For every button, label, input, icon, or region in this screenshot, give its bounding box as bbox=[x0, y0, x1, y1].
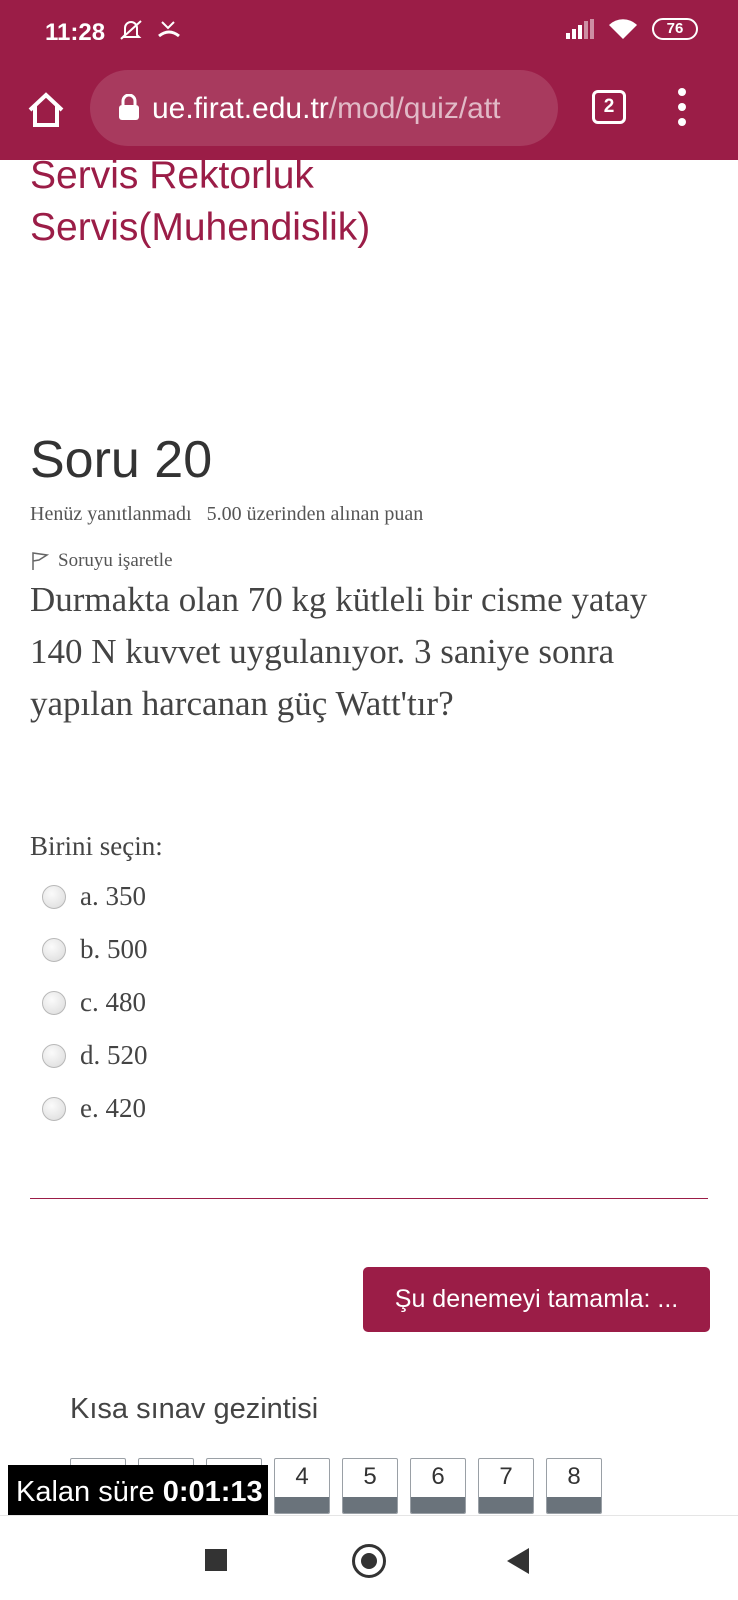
status-notification-icons bbox=[118, 18, 182, 48]
answer-prompt: Birini seçin: bbox=[30, 831, 163, 861]
answer-option-b[interactable]: b. 500 bbox=[42, 923, 682, 976]
lock-icon bbox=[119, 94, 139, 120]
answer-option-c[interactable]: c. 480 bbox=[42, 976, 682, 1029]
home-circle-icon[interactable] bbox=[352, 1544, 386, 1578]
recents-icon[interactable] bbox=[205, 1549, 227, 1571]
status-right-icons: 76 bbox=[566, 18, 698, 40]
url-path: /mod/quiz/att bbox=[328, 92, 501, 125]
flag-label: Soruyu işaretle bbox=[58, 550, 173, 571]
quiz-navigation-title: Kısa sınav gezintisi bbox=[70, 1393, 319, 1425]
system-navigation-bar bbox=[0, 1515, 738, 1600]
answer-option-a[interactable]: a. 350 bbox=[42, 870, 682, 923]
radio-button[interactable] bbox=[42, 1096, 66, 1121]
flag-icon bbox=[32, 552, 50, 570]
radio-button[interactable] bbox=[42, 1043, 66, 1068]
url-host: ue.firat.edu.tr bbox=[152, 92, 329, 125]
address-bar[interactable]: ue.firat.edu.tr/mod/quiz/att bbox=[90, 70, 558, 146]
answer-label: a. 350 bbox=[80, 881, 146, 911]
flag-question-button[interactable]: Soruyu işaretle bbox=[30, 550, 173, 572]
more-menu-icon[interactable] bbox=[676, 88, 688, 128]
question-heading: Soru 20 bbox=[30, 431, 213, 489]
answer-label: c. 480 bbox=[80, 987, 146, 1017]
radio-button[interactable] bbox=[42, 884, 66, 909]
answer-label: b. 500 bbox=[80, 934, 148, 964]
timer-value: 0:01:13 bbox=[162, 1476, 263, 1508]
quiz-nav-button-6[interactable]: 6 bbox=[410, 1458, 466, 1514]
tab-switcher-button[interactable]: 2 bbox=[592, 90, 626, 124]
answer-option-d[interactable]: d. 520 bbox=[42, 1029, 682, 1082]
back-icon[interactable] bbox=[507, 1548, 529, 1574]
missed-call-icon bbox=[156, 21, 182, 47]
question-text: Durmakta olan 70 kg kütleli bir cisme ya… bbox=[30, 580, 648, 723]
status-bar: 11:28 76 bbox=[0, 0, 738, 66]
answer-label: e. 420 bbox=[80, 1093, 146, 1123]
timer-label: Kalan süre bbox=[16, 1476, 155, 1508]
alarm-off-icon bbox=[118, 20, 156, 47]
quiz-nav-button-5[interactable]: 5 bbox=[342, 1458, 398, 1514]
quiz-timer: Kalan süre 0:01:13 bbox=[8, 1465, 268, 1520]
answer-list: a. 350 b. 500 c. 480 d. 520 e. 420 bbox=[42, 870, 682, 1135]
finish-attempt-button[interactable]: Şu denemeyi tamamla: ... bbox=[363, 1267, 710, 1332]
quiz-nav-button-8[interactable]: 8 bbox=[546, 1458, 602, 1514]
divider bbox=[30, 1198, 708, 1199]
answer-option-e[interactable]: e. 420 bbox=[42, 1082, 682, 1135]
course-title-line1: Servis Rektorluk bbox=[30, 154, 314, 197]
quiz-nav-button-4[interactable]: 4 bbox=[274, 1458, 330, 1514]
question-status: Henüz yanıtlanmadı bbox=[30, 503, 192, 525]
signal-icon bbox=[566, 19, 594, 39]
question-info: Henüz yanıtlanmadı 5.00 üzerinden alınan… bbox=[30, 503, 423, 526]
question-grade: 5.00 üzerinden alınan puan bbox=[206, 503, 424, 525]
url-text: ue.firat.edu.tr/mod/quiz/att bbox=[152, 92, 542, 126]
course-title[interactable]: Servis Rektorluk Servis(Muhendislik) bbox=[30, 150, 710, 254]
status-time: 11:28 bbox=[45, 19, 106, 46]
quiz-nav-button-7[interactable]: 7 bbox=[478, 1458, 534, 1514]
wifi-icon bbox=[609, 19, 637, 39]
radio-button[interactable] bbox=[42, 937, 66, 962]
browser-toolbar: ue.firat.edu.tr/mod/quiz/att 2 bbox=[0, 66, 738, 160]
radio-button[interactable] bbox=[42, 990, 66, 1015]
battery-icon: 76 bbox=[652, 18, 698, 40]
home-icon[interactable] bbox=[24, 88, 68, 132]
answer-label: d. 520 bbox=[80, 1040, 148, 1070]
course-title-line2: Servis(Muhendislik) bbox=[30, 206, 371, 249]
